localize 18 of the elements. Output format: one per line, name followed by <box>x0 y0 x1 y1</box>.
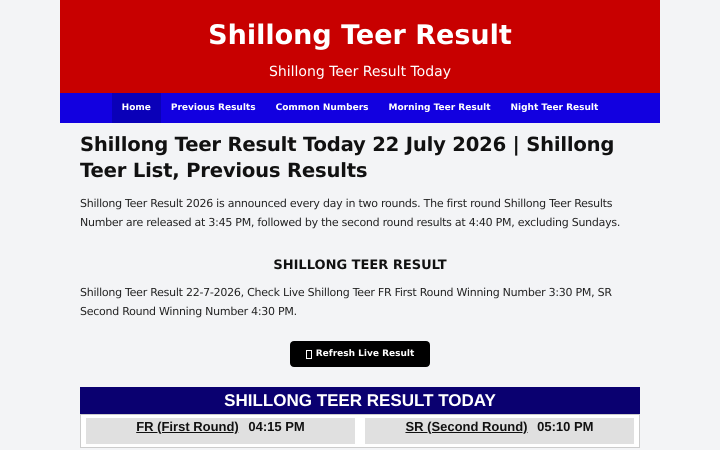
nav-link[interactable]: Previous Results <box>160 93 266 123</box>
nav-link[interactable]: Common Numbers <box>266 93 379 123</box>
round-time: 04:15 PM <box>248 419 305 434</box>
nav-link[interactable]: Morning Teer Result <box>378 93 500 123</box>
table-title: SHILLONG TEER RESULT TODAY <box>80 387 640 414</box>
round-link[interactable]: FR (First Round) <box>136 419 239 434</box>
round-link[interactable]: SR (Second Round) <box>405 419 528 434</box>
site-title: Shillong Teer Result <box>207 20 513 52</box>
round-time: 05:10 PM <box>537 419 594 434</box>
site-subtitle: Shillong Teer Result Today <box>268 64 452 80</box>
intro-paragraph: Shillong Teer Result 2026 is announced every day in two rounds. The first round Shillong Teer Results Number are released at 3:45 PM, followed by the second round results at 4:40 PM, excluding Sundays. <box>80 196 622 231</box>
nav-link[interactable]: Home <box>112 93 161 123</box>
article-title: Shillong Teer Result Today 22 July 2026 | Shillong Teer List, Previous Results <box>80 132 616 184</box>
section-title: SHILLONG TEER RESULT <box>272 258 448 273</box>
refresh-button[interactable]: Refresh Live Result <box>290 341 430 367</box>
missing-glyph-icon <box>306 350 312 358</box>
section-paragraph: Shillong Teer Result 22-7-2026, Check Live Shillong Teer FR First Round Winning Number 3:30 PM, SR Second Round Winning Number 4:30 PM. <box>80 285 613 320</box>
nav-link[interactable]: Night Teer Result <box>500 93 608 123</box>
